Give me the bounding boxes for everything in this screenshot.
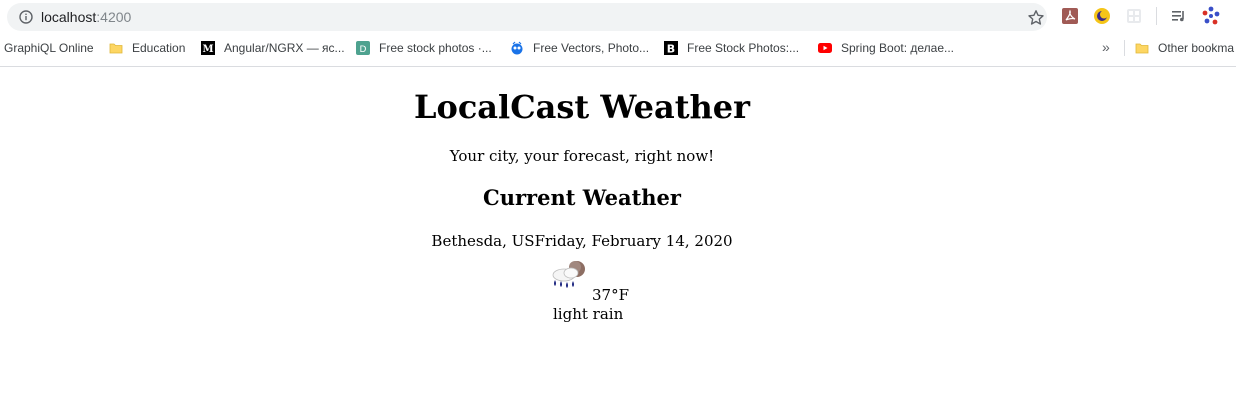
- svg-text:D: D: [360, 45, 367, 55]
- bookmark-free-stock-photos[interactable]: D Free stock photos ·...: [356, 34, 492, 62]
- bookmark-label: Angular/NGRX — яс...: [224, 41, 345, 55]
- bookmarks-separator: [1124, 40, 1125, 56]
- bookmark-spring-boot[interactable]: Spring Boot: делае...: [818, 34, 954, 62]
- folder-icon: [1135, 43, 1149, 54]
- current-weather-heading: Current Weather: [483, 185, 681, 210]
- bookmark-label: Free Stock Photos:...: [687, 41, 800, 55]
- b-icon: B: [664, 41, 678, 55]
- page-tagline: Your city, your forecast, right now!: [449, 147, 715, 165]
- light-rain-icon: [552, 261, 585, 288]
- bookmark-label: Free stock photos ·...: [379, 41, 492, 55]
- pdf-extension-icon[interactable]: [1061, 7, 1079, 25]
- bookmark-angular-ngrx[interactable]: M Angular/NGRX — яс...: [201, 34, 345, 62]
- freepik-icon: [511, 41, 523, 55]
- folder-icon: [109, 43, 123, 54]
- url-port: :4200: [96, 9, 132, 25]
- bookmark-free-stock-photos-b[interactable]: B Free Stock Photos:...: [664, 34, 799, 62]
- d-icon: D: [356, 41, 370, 55]
- medium-icon: M: [201, 41, 215, 55]
- address-bar[interactable]: localhost:4200: [7, 3, 1047, 31]
- bookmark-label: Other bookma: [1158, 41, 1235, 55]
- bookmarks-bar: GraphiQL Online Education M Angular/NGRX…: [0, 34, 1236, 67]
- browser-toolbar: localhost:4200: [0, 0, 1236, 34]
- bookmark-label: Education: [132, 41, 186, 55]
- toolbar-separator: [1156, 7, 1157, 25]
- bookmark-label: Free Vectors, Photo...: [533, 41, 650, 55]
- url-host: localhost: [41, 9, 97, 25]
- media-queue-icon[interactable]: [1170, 7, 1188, 25]
- bookmark-graphiql[interactable]: GraphiQL Online: [4, 34, 94, 62]
- profile-extension-icon[interactable]: [1201, 6, 1221, 26]
- bookmark-star-icon[interactable]: [1027, 9, 1045, 27]
- weather-description: light rain: [553, 305, 624, 323]
- bookmark-label: Spring Boot: делае...: [841, 41, 955, 55]
- info-icon[interactable]: [19, 10, 33, 24]
- moon-extension-icon[interactable]: [1093, 7, 1111, 25]
- svg-text:M: M: [202, 44, 213, 55]
- location-date: Bethesda, USFriday, February 14, 2020: [431, 232, 733, 250]
- bookmark-other-bookmarks[interactable]: Other bookma: [1135, 34, 1234, 62]
- bookmark-label: GraphiQL Online: [4, 41, 94, 55]
- bookmark-education[interactable]: Education: [109, 34, 185, 62]
- youtube-icon: [818, 43, 832, 53]
- bookmark-free-vectors[interactable]: Free Vectors, Photo...: [510, 34, 649, 62]
- grid-extension-icon[interactable]: [1125, 7, 1143, 25]
- temperature-value: 37°F: [592, 286, 629, 304]
- bookmarks-overflow-button[interactable]: »: [1102, 40, 1116, 54]
- page-title: LocalCast Weather: [413, 88, 751, 126]
- url-text[interactable]: localhost:4200: [41, 8, 131, 26]
- svg-text:B: B: [667, 43, 675, 56]
